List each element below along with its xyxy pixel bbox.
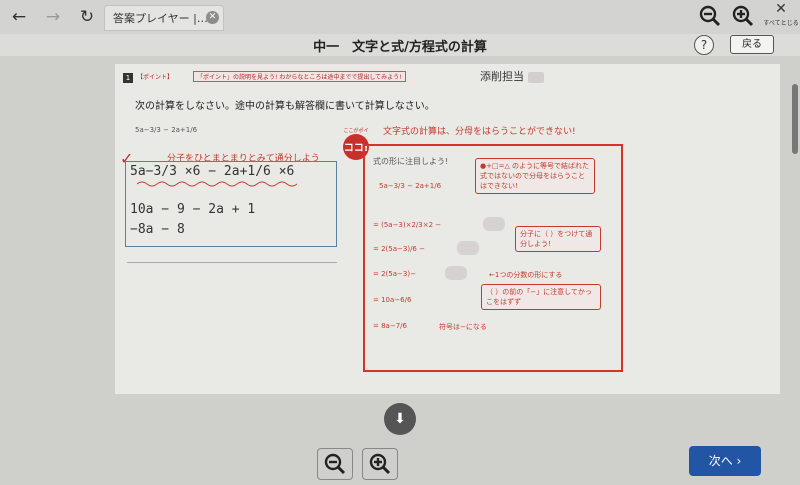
zoom-out-icon — [324, 453, 346, 475]
callout-note: （ ）の前の「−」に注意してかっこをはずず — [481, 284, 601, 310]
browser-tab[interactable]: 答案プレイヤー |… ✕ — [104, 5, 224, 31]
instruction-text: 次の計算をしなさい。途中の計算も解答欄に書いて計算しなさい。 — [135, 101, 435, 112]
grader-text: 添削担当 — [480, 70, 524, 83]
explanation-line: 式の形に注目しよう! — [373, 157, 449, 166]
explanation-heading: 文字式の計算は、分母をはらうことができない! — [383, 127, 576, 137]
explanation-line: 5a−3/3 − 2a+1/6 — [379, 182, 442, 190]
sign-note: 符号は−になる — [439, 323, 487, 331]
close-all-label: すべてとじる — [763, 20, 799, 27]
close-icon: ✕ — [775, 1, 787, 17]
divider — [127, 262, 337, 263]
browser-toolbar: ← → ↻ 答案プレイヤー |… ✕ ✕ すべてとじる — [0, 0, 800, 35]
grader-label: 添削担当 — [480, 68, 544, 84]
page-scrollbar[interactable] — [792, 84, 798, 154]
blurred-term — [483, 217, 505, 231]
question-number: 1 — [123, 73, 133, 83]
explanation-line: = (5a−3)×2/3×2 − — [373, 221, 442, 229]
question-badge: 【ポイント】 — [137, 74, 174, 81]
arrow-note: ←1つの分数の形にする — [489, 271, 563, 279]
zoom-out-icon[interactable] — [698, 4, 722, 28]
help-button[interactable]: ? — [694, 35, 714, 55]
tab-title: 答案プレイヤー |… — [113, 12, 208, 25]
problem-expression: 5a−3/3 − 2a+1/6 — [135, 126, 198, 134]
tab-close-icon[interactable]: ✕ — [206, 11, 219, 24]
zoom-out-button[interactable] — [317, 448, 353, 480]
back-button[interactable]: 戻る — [730, 35, 774, 54]
back-arrow-icon[interactable]: ← — [8, 6, 30, 28]
student-work-line: 5a−3/3 ×6 − 2a+1/6 ×6 — [130, 164, 295, 179]
scroll-down-button[interactable]: ⬇ — [384, 403, 416, 435]
reload-icon[interactable]: ↻ — [76, 6, 98, 28]
student-work-line: 10a − 9 − 2a + 1 — [130, 202, 256, 217]
zoom-in-button[interactable] — [362, 448, 398, 480]
zoom-in-icon — [369, 453, 391, 475]
zoom-in-icon[interactable] — [731, 4, 755, 28]
explanation-line: = 2(5a−3)/6 − — [373, 245, 425, 253]
blurred-term — [457, 241, 479, 255]
explanation-line: = 8a−7/6 — [373, 322, 407, 330]
explanation-line: = 2(5a−3)− — [373, 270, 416, 278]
page-title: 中一 文字と式/方程式の計算 — [313, 40, 487, 55]
student-work-line: −8a − 8 — [130, 222, 185, 237]
page-header: 中一 文字と式/方程式の計算 ? 戻る — [0, 34, 800, 56]
explanation-box: 式の形に注目しよう! 5a−3/3 − 2a+1/6 = (5a−3)×2/3×… — [363, 144, 623, 372]
forward-arrow-icon[interactable]: → — [42, 6, 64, 28]
blurred-term — [445, 266, 467, 280]
callout-note: ●+□=△ のように等号で結ばれた式ではないので分母をはらうことはできない! — [475, 158, 595, 194]
question-hint: 「ポイント」の説明を見よう! わからなところは途中までで提出してみよう! — [193, 71, 406, 82]
close-all-button[interactable]: ✕ すべてとじる — [762, 2, 800, 32]
app-window: ← → ↻ 答案プレイヤー |… ✕ ✕ すべてとじる 中一 文字と式/方程式の… — [0, 0, 800, 485]
blurred-name — [527, 71, 544, 83]
answer-sheet: 添削担当 1 【ポイント】 「ポイント」の説明を見よう! わからなところは途中ま… — [115, 64, 780, 394]
down-arrow-icon: ⬇ — [394, 411, 406, 427]
answer-box[interactable]: 5a−3/3 ×6 − 2a+1/6 ×6 10a − 9 − 2a + 1 −… — [125, 161, 337, 247]
callout-note: 分子に（ ）をつけて通分しよう! — [515, 226, 601, 252]
next-button[interactable]: 次へ › — [689, 446, 761, 476]
explanation-line: = 10a−6/6 — [373, 296, 412, 304]
